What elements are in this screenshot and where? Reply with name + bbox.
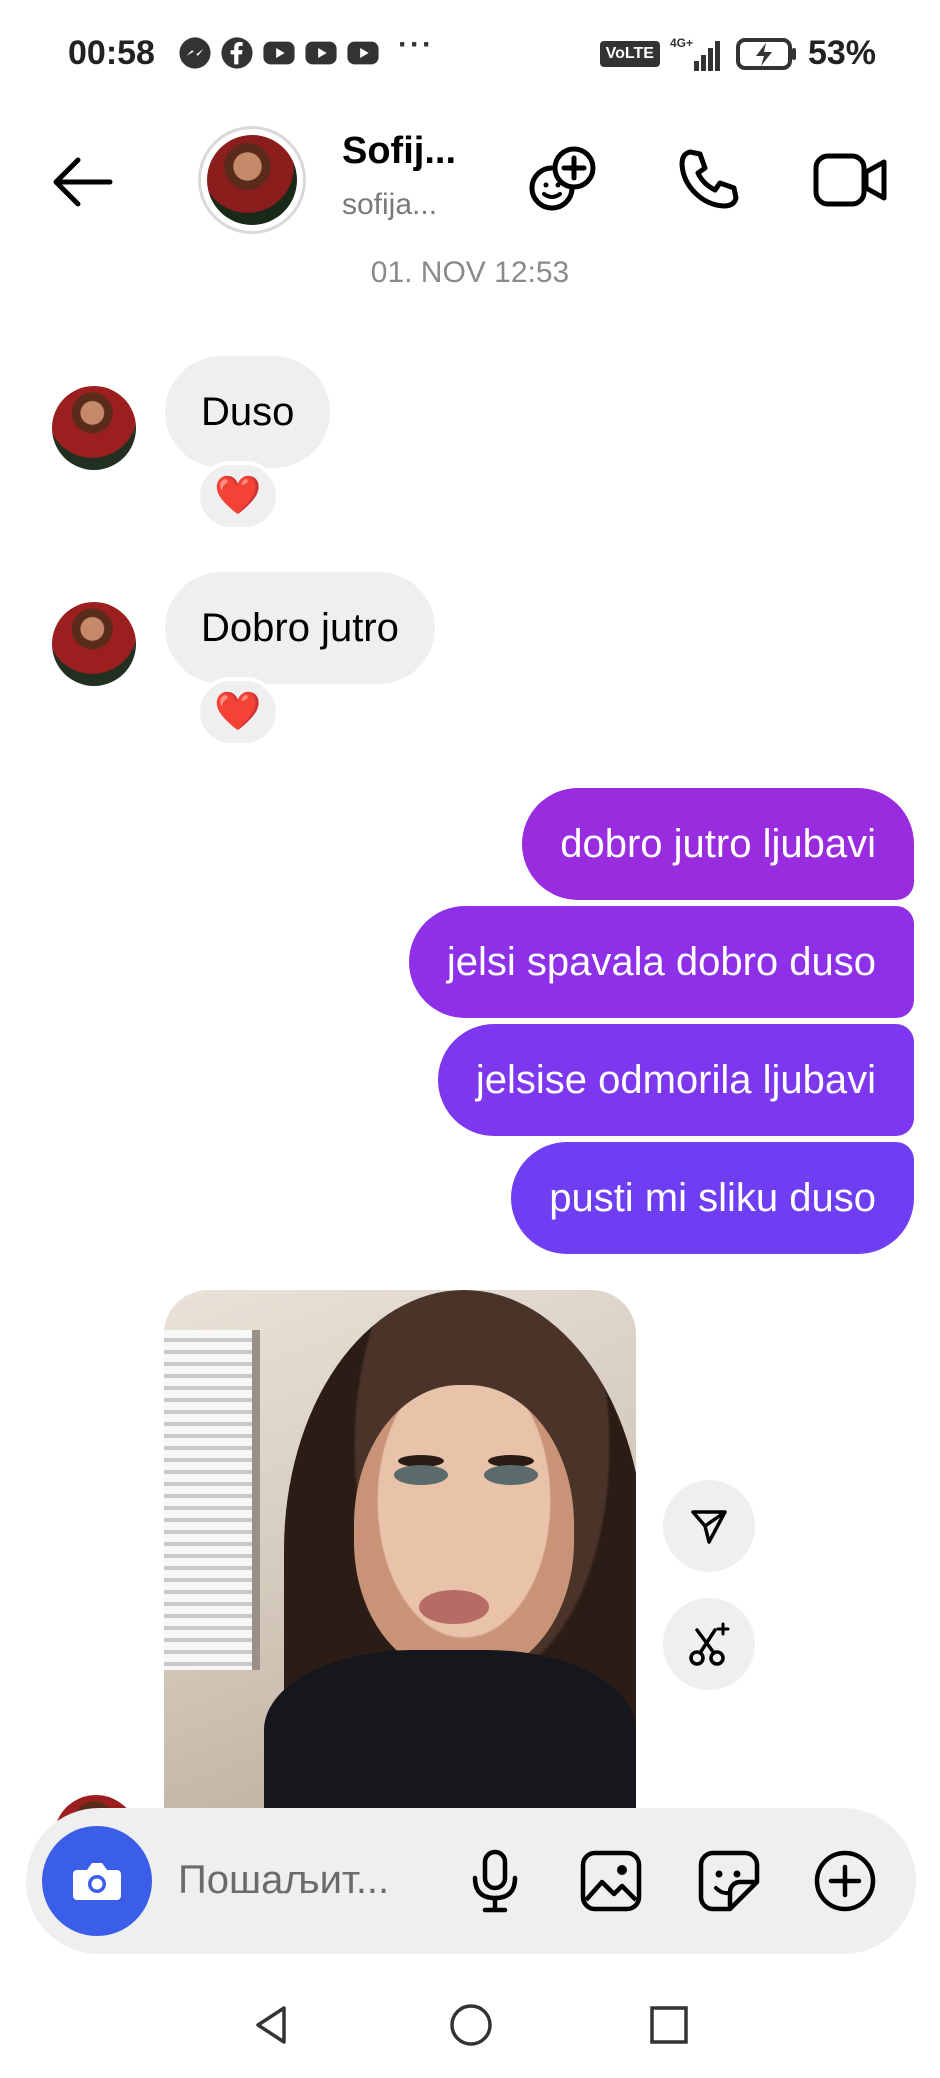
outgoing-message[interactable]: pusti mi sliku duso bbox=[511, 1142, 914, 1254]
battery-percent: 53% bbox=[807, 34, 876, 72]
scissors-sparkle-icon bbox=[689, 1622, 730, 1666]
status-bar: 00:58 ··· VoLTE 4G+ 53% bbox=[0, 0, 940, 110]
camera-icon bbox=[73, 1863, 121, 1900]
sender-avatar[interactable] bbox=[52, 602, 136, 686]
add-people-button[interactable] bbox=[520, 138, 604, 222]
system-nav-bar bbox=[0, 1980, 940, 2078]
image-icon bbox=[580, 1850, 642, 1912]
youtube-icon bbox=[263, 41, 295, 65]
microphone-icon bbox=[472, 1849, 518, 1913]
sticker-icon bbox=[698, 1850, 760, 1912]
nav-home-button[interactable] bbox=[436, 1990, 506, 2060]
phone-icon bbox=[679, 149, 739, 209]
contact-name[interactable]: Sofij... bbox=[342, 130, 456, 173]
incoming-message[interactable]: Dobro jutro bbox=[165, 572, 435, 684]
photo-message[interactable] bbox=[164, 1290, 636, 1810]
add-people-icon bbox=[529, 146, 596, 211]
outgoing-message[interactable]: jelsi spavala dobro duso bbox=[408, 906, 914, 1018]
volte-badge: VoLTE bbox=[599, 40, 660, 67]
photo-jacket bbox=[264, 1650, 636, 1810]
more-notifications-icon: ··· bbox=[398, 28, 434, 61]
back-button[interactable] bbox=[44, 144, 120, 220]
battery-icon bbox=[735, 37, 796, 70]
nav-back-button[interactable] bbox=[236, 1990, 306, 2060]
sticker-button[interactable] bbox=[690, 1842, 768, 1920]
date-separator: 01. NOV 12:53 bbox=[370, 256, 570, 289]
outgoing-message[interactable]: dobro jutro ljubavi bbox=[522, 788, 914, 900]
outgoing-message[interactable]: jelsise odmorila ljubavi bbox=[437, 1024, 914, 1136]
heart-reaction[interactable]: ❤️ bbox=[196, 461, 280, 531]
square-recents-icon bbox=[650, 2006, 688, 2044]
photo-window bbox=[164, 1330, 260, 1670]
arrow-left-icon bbox=[53, 157, 113, 207]
system-status: VoLTE 4G+ 53% bbox=[599, 34, 876, 73]
video-camera-icon bbox=[813, 153, 887, 207]
call-button[interactable] bbox=[666, 138, 750, 222]
photo-lips bbox=[419, 1590, 489, 1624]
photo-eye bbox=[394, 1465, 448, 1485]
messenger-icon bbox=[179, 37, 211, 69]
facebook-icon bbox=[221, 37, 253, 69]
photo-eye bbox=[484, 1465, 538, 1485]
status-time: 00:58 bbox=[68, 34, 155, 72]
send-icon bbox=[691, 1510, 727, 1544]
avatar-image bbox=[207, 135, 297, 225]
chat-header: Sofij... sofija... bbox=[0, 110, 940, 250]
heart-reaction[interactable]: ❤️ bbox=[196, 677, 280, 747]
voice-message-button[interactable] bbox=[456, 1842, 534, 1920]
camera-button[interactable] bbox=[42, 1826, 152, 1936]
circle-home-icon bbox=[450, 2004, 492, 2046]
youtube-icon bbox=[305, 41, 337, 65]
photo-face bbox=[354, 1385, 574, 1675]
gallery-button[interactable] bbox=[572, 1842, 650, 1920]
signal-icon: 4G+ bbox=[670, 36, 720, 71]
youtube-icon bbox=[347, 41, 379, 65]
plus-circle-icon bbox=[814, 1850, 876, 1912]
share-button[interactable] bbox=[663, 1480, 755, 1572]
remix-button[interactable] bbox=[663, 1598, 755, 1690]
incoming-message[interactable]: Duso bbox=[165, 356, 331, 468]
message-input[interactable] bbox=[178, 1848, 468, 1912]
contact-avatar[interactable] bbox=[198, 126, 306, 234]
video-call-button[interactable] bbox=[808, 138, 892, 222]
sender-avatar[interactable] bbox=[52, 386, 136, 470]
notification-icons bbox=[178, 36, 380, 70]
network-type: 4G+ bbox=[670, 36, 693, 50]
message-composer bbox=[26, 1808, 916, 1954]
contact-username[interactable]: sofija... bbox=[342, 188, 437, 222]
more-actions-button[interactable] bbox=[806, 1842, 884, 1920]
triangle-back-icon bbox=[256, 2006, 286, 2044]
nav-recents-button[interactable] bbox=[634, 1990, 704, 2060]
